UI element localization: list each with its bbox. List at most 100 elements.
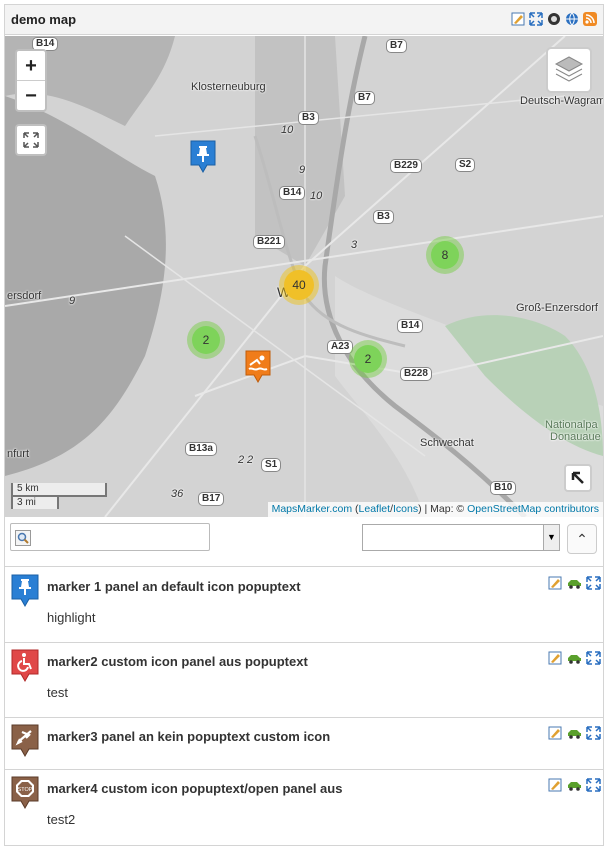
place-label: Groß-Enzersdorf (516, 302, 598, 314)
arrow-up-left-icon (571, 471, 584, 484)
road-label: B14 (279, 186, 306, 200)
road-label: B221 (253, 235, 285, 249)
road-label: B17 (198, 492, 225, 506)
globe-icon[interactable] (565, 12, 579, 26)
map-marker-swimming[interactable] (245, 350, 271, 384)
road-number: 36 (171, 488, 184, 500)
search-input[interactable] (10, 523, 210, 551)
marker-name[interactable]: marker2 custom icon panel aus popuptext (47, 654, 308, 669)
icons-link[interactable]: Icons (393, 503, 418, 515)
scale-bar: 5 km 3 mi (11, 483, 107, 509)
mapsmarker-link[interactable]: MapsMarker.com (272, 503, 353, 515)
pushpin-icon (11, 574, 39, 608)
map-marker-pushpin[interactable] (190, 140, 216, 174)
marker-name[interactable]: marker3 panel an kein popuptext custom i… (47, 729, 330, 744)
marker-actions (548, 726, 601, 740)
marker-popuptext: test (47, 685, 68, 700)
search-icon (15, 530, 31, 546)
cluster-count: 8 (431, 241, 459, 269)
marker-cluster[interactable]: 2 (187, 321, 225, 359)
sort-select[interactable]: ▼ (362, 524, 560, 551)
marker-actions (548, 778, 601, 792)
zoom-in-button[interactable]: + (17, 51, 45, 81)
marker-cluster[interactable]: 2 (349, 340, 387, 378)
marker-name[interactable]: marker 1 panel an default icon popuptext (47, 579, 301, 594)
airplane-icon (11, 724, 39, 758)
place-label: Donauaue (550, 431, 601, 443)
list-toolbar: ▼ ⌃ (5, 517, 603, 567)
stop-sign-icon: STOP (11, 776, 39, 810)
marker-popuptext: test2 (47, 812, 76, 827)
car-directions-icon[interactable] (567, 726, 582, 740)
road-label: S1 (261, 458, 282, 472)
edit-icon[interactable] (548, 726, 563, 740)
road-label: S2 (455, 158, 476, 172)
road-label: B10 (490, 481, 517, 495)
chevron-down-icon: ▼ (543, 525, 559, 550)
place-label: ersdorf (7, 290, 42, 302)
fullscreen-icon[interactable] (529, 12, 543, 26)
cluster-count: 2 (354, 345, 382, 373)
road-number: 10 (281, 124, 294, 136)
marker-cluster[interactable]: 8 (426, 236, 464, 274)
marker-list: marker 1 panel an default icon popuptext… (5, 568, 603, 850)
road-label: B3 (373, 210, 394, 224)
scroll-up-button[interactable]: ⌃ (567, 524, 597, 554)
car-directions-icon[interactable] (567, 576, 582, 590)
car-directions-icon[interactable] (567, 778, 582, 792)
road-label: B7 (354, 91, 375, 105)
osm-link[interactable]: OpenStreetMap contributors (467, 503, 599, 515)
marker-name[interactable]: marker4 custom icon popuptext/open panel… (47, 781, 342, 796)
marker-cluster[interactable]: 40 (279, 265, 319, 305)
list-item[interactable]: STOP marker4 custom icon popuptext/open … (5, 770, 603, 850)
list-item[interactable]: marker2 custom icon panel aus popuptext … (5, 643, 603, 718)
road-number: 2 (238, 454, 245, 466)
map-widget: demo map Klosterneuburg Deutsch-Wagram G… (4, 4, 604, 846)
list-item[interactable]: marker3 panel an kein popuptext custom i… (5, 718, 603, 770)
place-label: Schwechat (420, 437, 474, 449)
edit-icon[interactable] (511, 12, 525, 26)
place-label: nfurt (7, 448, 30, 460)
edit-icon[interactable] (548, 651, 563, 665)
map-fullscreen-button[interactable] (15, 124, 47, 156)
road-label: B229 (390, 159, 422, 173)
road-number: 9 (299, 164, 306, 176)
header-icons (511, 12, 597, 26)
rss-icon[interactable] (583, 12, 597, 26)
road-number: 10 (310, 190, 323, 202)
cluster-count: 2 (192, 326, 220, 354)
svg-text:STOP: STOP (18, 787, 33, 793)
road-number: 9 (69, 295, 76, 307)
fullscreen-icon[interactable] (586, 576, 601, 590)
minimap-toggle-button[interactable] (564, 464, 592, 492)
road-label: B3 (298, 111, 319, 125)
fullscreen-icon (23, 132, 39, 148)
list-item[interactable]: marker 1 panel an default icon popuptext… (5, 568, 603, 643)
edit-icon[interactable] (548, 576, 563, 590)
title-bar: demo map (5, 5, 603, 35)
scale-mi: 3 mi (11, 495, 59, 509)
wheelchair-icon (11, 649, 39, 683)
road-label: B228 (400, 367, 432, 381)
kml-icon[interactable] (547, 12, 561, 26)
place-label: Nationalpa (545, 419, 598, 431)
map-attribution: MapsMarker.com (Leaflet/Icons) | Map: © … (267, 502, 603, 517)
road-number: 3 (351, 239, 358, 251)
layers-button[interactable] (546, 47, 592, 93)
attribution-map-prefix: | Map: © (424, 503, 465, 515)
leaflet-link[interactable]: Leaflet (359, 503, 391, 515)
fullscreen-icon[interactable] (586, 651, 601, 665)
fullscreen-icon[interactable] (586, 726, 601, 740)
zoom-control: + − (15, 49, 47, 112)
zoom-out-button[interactable]: − (17, 81, 45, 111)
road-label: B7 (386, 39, 407, 53)
place-label: Deutsch-Wagram (520, 95, 603, 107)
map-canvas[interactable]: Klosterneuburg Deutsch-Wagram Wien Groß-… (5, 36, 603, 517)
car-directions-icon[interactable] (567, 651, 582, 665)
fullscreen-icon[interactable] (586, 778, 601, 792)
edit-icon[interactable] (548, 778, 563, 792)
road-label: B13a (185, 442, 217, 456)
road-label: B14 (397, 319, 424, 333)
place-label: Klosterneuburg (191, 81, 266, 93)
marker-actions (548, 651, 601, 665)
